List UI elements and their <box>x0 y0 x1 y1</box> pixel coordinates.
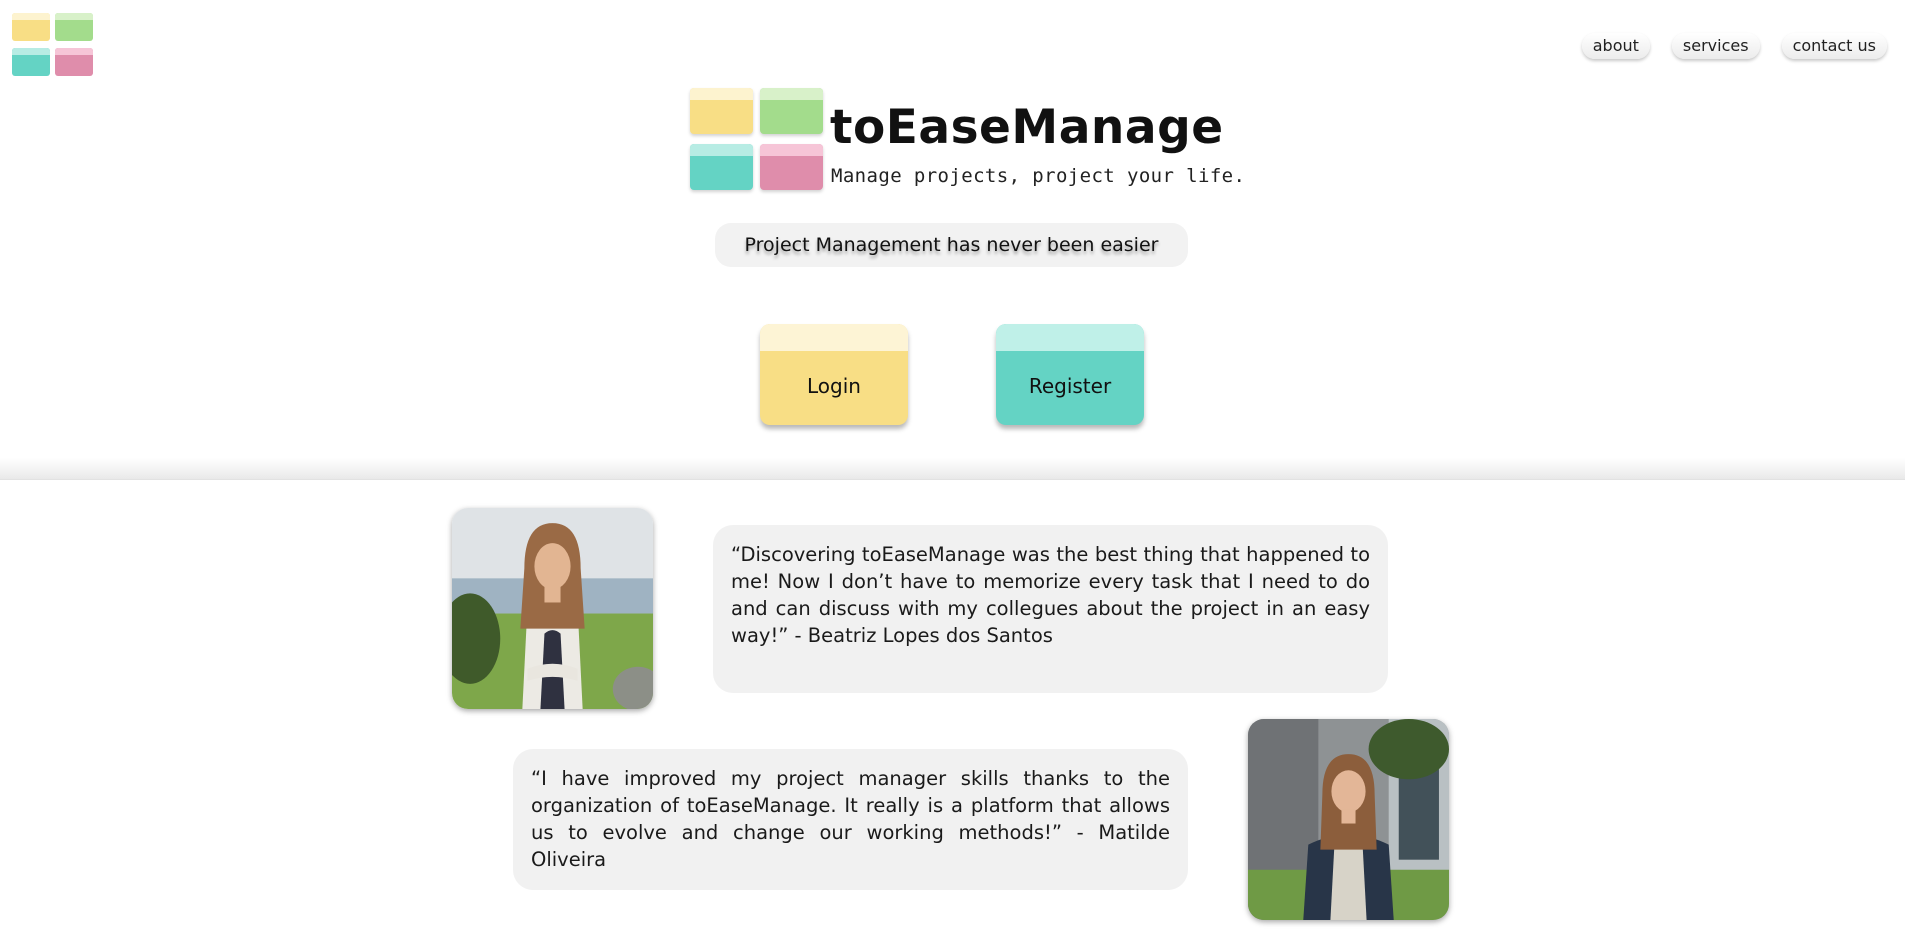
brand-tile-teal <box>690 144 753 190</box>
register-button[interactable]: Register <box>996 324 1144 425</box>
nav-about-button[interactable]: about <box>1581 33 1650 59</box>
brand-tile-green <box>760 88 823 134</box>
register-button-label: Register <box>1028 374 1112 398</box>
nav-services-button[interactable]: services <box>1671 33 1760 59</box>
user-photo-icon <box>1248 719 1449 920</box>
mini-logo-icon[interactable] <box>12 13 95 77</box>
testimonial-card: “I have improved my project manager skil… <box>513 749 1188 890</box>
login-button-label: Login <box>807 374 861 398</box>
brand-logo: toEaseManage Manage projects, project yo… <box>690 88 1245 192</box>
logo-tile-green <box>55 13 93 41</box>
brand-name: toEaseManage <box>830 100 1224 155</box>
register-button-cap <box>996 324 1144 351</box>
login-button[interactable]: Login <box>760 324 908 425</box>
logo-tile-yellow <box>12 13 50 41</box>
hero-subtitle: Project Management has never been easier <box>715 223 1188 267</box>
section-divider <box>0 458 1905 480</box>
brand-tile-yellow <box>690 88 753 134</box>
brand-tile-pink <box>760 144 823 190</box>
logo-tile-teal <box>12 48 50 76</box>
logo-tile-pink <box>55 48 93 76</box>
top-nav: about services contact us <box>1581 33 1887 59</box>
login-button-cap <box>760 324 908 351</box>
brand-tagline: Manage projects, project your life. <box>831 165 1246 187</box>
user-photo-icon <box>452 508 653 709</box>
testimonial-card: “Discovering toEaseManage was the best t… <box>713 525 1388 693</box>
nav-contact-button[interactable]: contact us <box>1781 33 1887 59</box>
